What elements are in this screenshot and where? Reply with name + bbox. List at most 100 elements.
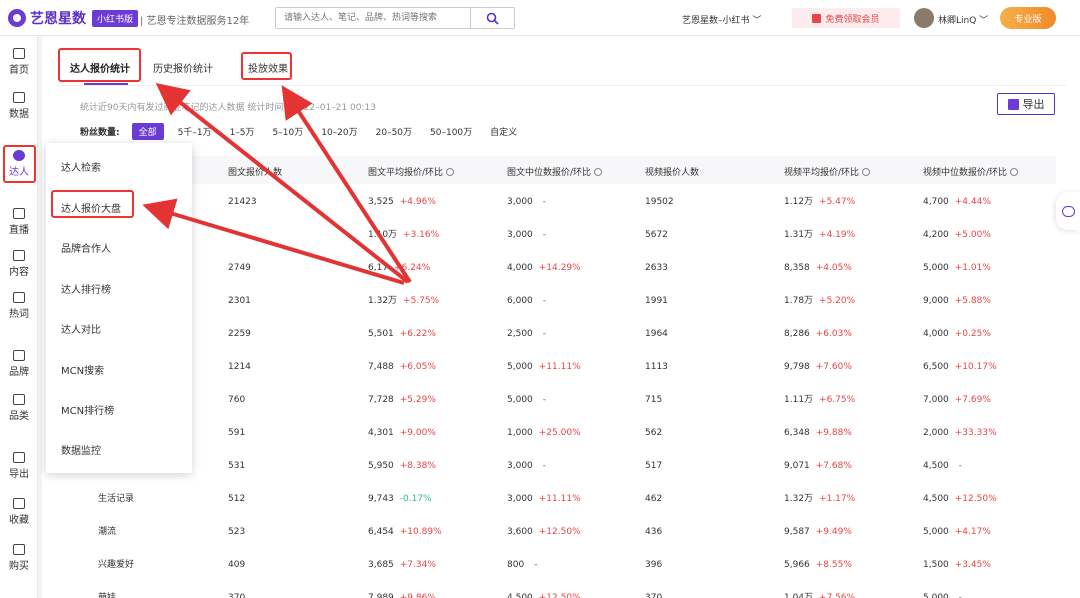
cell-value: 512 <box>228 494 245 504</box>
customer-service-button[interactable] <box>1056 192 1080 230</box>
menu-item-influencer-compare[interactable]: 达人对比 <box>61 321 101 336</box>
table-row[interactable]: 22595,501+6.22%2,500-19648,286+6.03%4,00… <box>56 318 1056 351</box>
sidebar-item-brand[interactable]: 品牌 <box>0 350 38 378</box>
menu-item-brand-partner[interactable]: 品牌合作人 <box>61 240 111 255</box>
cell-value: 715 <box>645 395 662 405</box>
table-row[interactable]: 7607,728+5.29%5,000-7151.11万+6.75%7,000+… <box>56 384 1056 417</box>
filter-option[interactable]: 自定义 <box>490 125 517 138</box>
sidebar-item-data[interactable]: 数据 <box>0 92 38 120</box>
menu-item-mcn-search[interactable]: MCN搜索 <box>61 362 104 377</box>
cell-change: +5.75% <box>403 296 439 306</box>
table-cell-sp_avg: 8,286 +6.03% <box>784 318 852 351</box>
menu-item-data-monitor[interactable]: 数据监控 <box>61 442 101 457</box>
table-header: 图文报价人数 图文平均报价/环比 图文中位数报价/环比 视频报价人数 视频平均报… <box>56 156 1056 184</box>
filter-option[interactable]: 50–100万 <box>430 125 472 138</box>
table-cell-sp_n: 5672 <box>645 219 668 252</box>
cell-value: 21423 <box>228 197 257 207</box>
cell-value: 8,286 <box>784 329 810 339</box>
search-icon <box>486 12 499 25</box>
filter-option[interactable]: 5–10万 <box>273 125 304 138</box>
username-menu[interactable]: 林卿LinQ ﹀ <box>938 13 988 26</box>
export-icon <box>13 452 25 463</box>
table-row[interactable]: 12147,488+6.05%5,000+11.11%11139,798+7.6… <box>56 351 1056 384</box>
table-row[interactable]: 5315,950+8.38%3,000-5179,071+7.68%4,500- <box>56 450 1056 483</box>
search-box <box>275 7 515 29</box>
sidebar-item-purchase[interactable]: 购买 <box>0 544 38 572</box>
table-cell-sp_n: 370 <box>645 582 662 598</box>
tab-history-price-stats[interactable]: 历史报价统计 <box>153 60 213 75</box>
cell-change: +6.22% <box>400 329 436 339</box>
cell-value: 生活记录 <box>98 494 134 504</box>
table-row[interactable]: 1.10万+3.16%3,000-56721.31万+4.19%4,200+5.… <box>56 219 1056 252</box>
cell-change: - <box>959 461 962 471</box>
cell-change: +5.29% <box>400 395 436 405</box>
sidebar-item-live[interactable]: 直播 <box>0 208 38 236</box>
column-header[interactable]: 图文平均报价/环比 <box>368 165 454 178</box>
column-header[interactable]: 图文中位数报价/环比 <box>507 165 602 178</box>
cell-value: 4,500 <box>923 494 949 504</box>
sidebar-item-label: 热词 <box>9 305 29 320</box>
table-cell-tw_avg: 9,743-0.17% <box>368 483 432 516</box>
table-row[interactable]: 兴趣爱好4093,685+7.34%800-3965,966+8.55%1,50… <box>56 549 1056 582</box>
cell-value: 436 <box>645 527 662 537</box>
cell-value: 4,000 <box>923 329 949 339</box>
free-vip-button[interactable]: 免费领取会员 <box>792 8 900 28</box>
table-row[interactable]: 27496,17+6.24%4,000+14.29%26338,358+4.05… <box>56 252 1056 285</box>
cell-value: 7,728 <box>368 395 394 405</box>
column-header[interactable]: 视频报价人数 <box>645 165 699 178</box>
table-cell-tw_n: 370 <box>228 582 245 598</box>
menu-item-influencer-search[interactable]: 达人检索 <box>61 159 101 174</box>
column-header[interactable]: 图文报价人数 <box>228 165 282 178</box>
filter-option[interactable]: 5千–1万 <box>178 125 212 138</box>
export-button[interactable]: 导出 <box>997 93 1055 115</box>
fans-filter: 粉丝数量: 全部 5千–1万 1–5万 5–10万 10–20万 20–50万 … <box>80 123 535 140</box>
logo[interactable]: 艺恩星数 小红书版 <box>8 8 138 28</box>
cell-value: 5,000 <box>923 263 949 273</box>
tab-highlight-box <box>241 52 292 80</box>
pro-version-button[interactable]: 专业版 <box>1000 7 1056 29</box>
filter-option[interactable]: 20–50万 <box>376 125 412 138</box>
cell-value: 4,301 <box>368 428 394 438</box>
info-icon[interactable] <box>862 168 870 176</box>
cell-change: +6.24% <box>394 263 430 273</box>
sidebar-item-home[interactable]: 首页 <box>0 48 38 76</box>
cell-value: 5,000 <box>923 527 949 537</box>
info-icon[interactable] <box>594 168 602 176</box>
gift-icon <box>812 14 821 23</box>
table-cell-sp_avg: 9,587+9.49% <box>784 516 852 549</box>
search-input[interactable] <box>276 8 466 28</box>
table-row[interactable]: 5914,301+9.00%1,000+25.00%5626,348+9.88%… <box>56 417 1056 450</box>
sidebar-item-hotwords[interactable]: 热词 <box>0 292 38 320</box>
menu-item-mcn-ranking[interactable]: MCN排行榜 <box>61 402 114 417</box>
filter-option[interactable]: 全部 <box>132 123 164 140</box>
stat-note: 统计近90天内有发过商业笔记的达人数据 统计时间：2022–01–21 00:1… <box>80 100 376 113</box>
sidebar-item-export[interactable]: 导出 <box>0 452 38 480</box>
table-row[interactable]: 23011.32万+5.75%6,000-19911.78万+5.20%9,00… <box>56 285 1056 318</box>
info-icon[interactable] <box>446 168 454 176</box>
table-row[interactable]: 214233,525+4.96%3,000-195021.12万+5.47%4,… <box>56 186 1056 219</box>
column-header[interactable]: 视频平均报价/环比 <box>784 165 870 178</box>
table-row[interactable]: 萌娃3707,989+9.86%4,500+12.50%3701.04万+7.5… <box>56 582 1056 598</box>
table-cell-tw_n: 409 <box>228 549 245 582</box>
avatar[interactable] <box>914 8 934 28</box>
cell-change: +8.55% <box>816 560 852 570</box>
filter-option[interactable]: 1–5万 <box>230 125 255 138</box>
filter-option[interactable]: 10–20万 <box>321 125 357 138</box>
table-cell-tw_n: 21423 <box>228 186 257 219</box>
cell-value: 2,000 <box>923 428 949 438</box>
sidebar-item-favorites[interactable]: 收藏 <box>0 498 38 526</box>
sidebar-item-content[interactable]: 内容 <box>0 250 38 278</box>
table-cell-sp_med: 5,000- <box>923 582 962 598</box>
menu-item-influencer-ranking[interactable]: 达人排行榜 <box>61 281 111 296</box>
search-button[interactable] <box>470 8 514 28</box>
cell-change: +6.03% <box>816 329 852 339</box>
table-cell-tw_n: 512 <box>228 483 245 516</box>
table-row[interactable]: 潮流5236,454+10.89%3,600+12.50%4369,587+9.… <box>56 516 1056 549</box>
platform-selector[interactable]: 艺恩星数–小红书 ﹀ <box>682 13 761 26</box>
info-icon[interactable] <box>1010 168 1018 176</box>
table-row[interactable]: 生活记录5129,743-0.17%3,000+11.11%4621.32万+1… <box>56 483 1056 516</box>
column-header[interactable]: 视频中位数报价/环比 <box>923 165 1018 178</box>
cell-change: +12.50% <box>539 593 581 598</box>
cell-value: 潮流 <box>98 527 116 537</box>
sidebar-item-category[interactable]: 品类 <box>0 394 38 422</box>
